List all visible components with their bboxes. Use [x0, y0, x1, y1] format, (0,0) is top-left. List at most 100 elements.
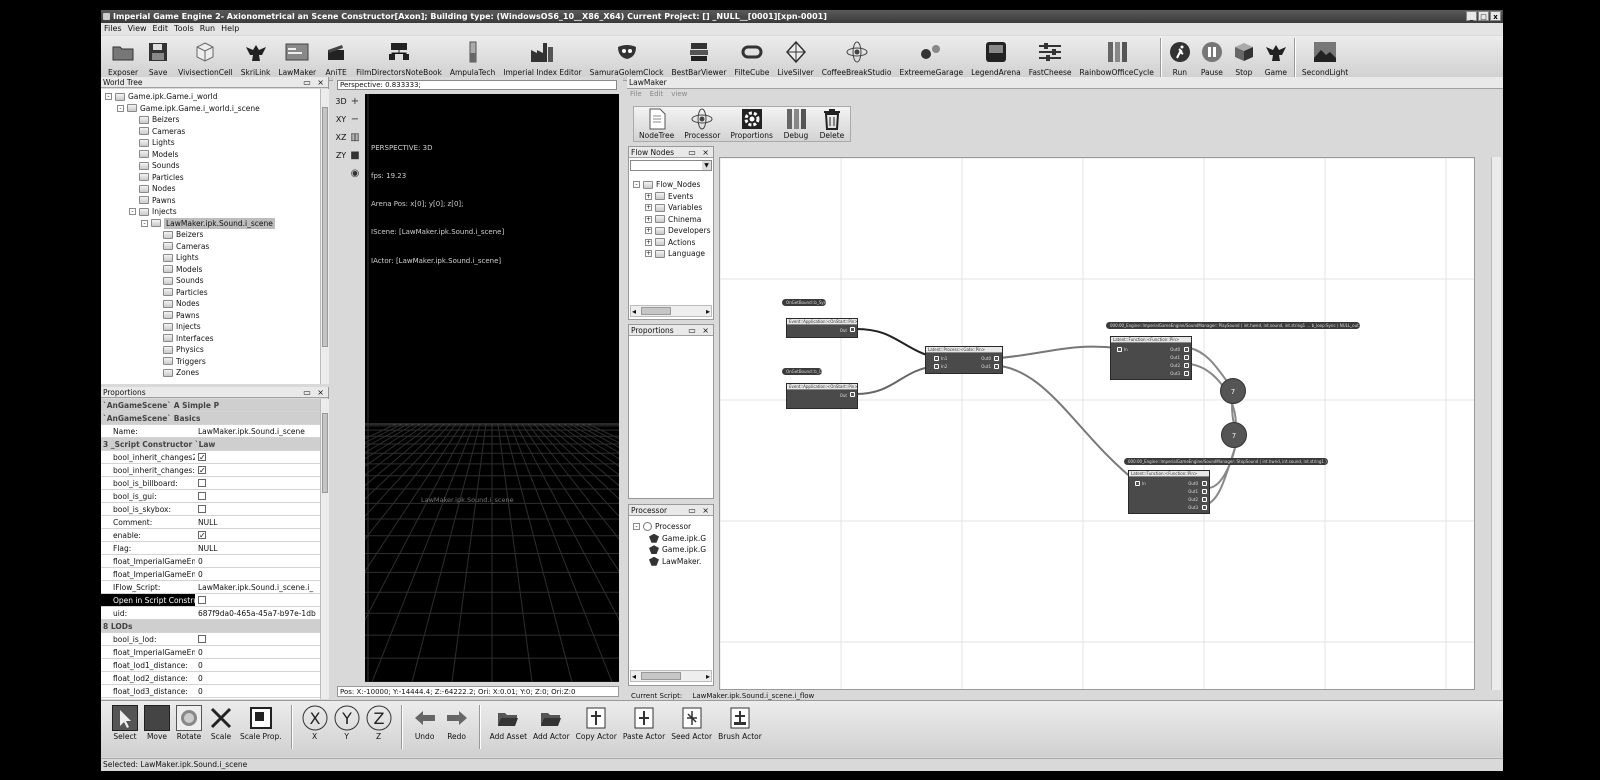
- property-section-header[interactable]: `AnGameScene` A Simple P: [101, 399, 320, 412]
- tree-node[interactable]: Particles: [105, 172, 329, 184]
- flow-category-events[interactable]: + Events: [633, 191, 710, 203]
- property-checkbox[interactable]: [198, 479, 206, 487]
- toolbar-coffeebreakstudio-button[interactable]: CoffeeBreakStudio: [818, 36, 896, 80]
- flow-category-actions[interactable]: + Actions: [633, 237, 710, 249]
- property-row[interactable]: uid: 687f9da0-465a-45a7-b97e-1db: [101, 607, 320, 620]
- property-value[interactable]: NULL: [195, 542, 320, 554]
- sequence-node-a[interactable]: 7: [1220, 378, 1246, 404]
- eye-icon[interactable]: ◉: [349, 167, 361, 181]
- flow-category-variables[interactable]: + Variables: [633, 202, 710, 214]
- toolbar-imperial-index-editor-button[interactable]: Imperial Index Editor: [499, 36, 585, 80]
- expand-toggle-icon[interactable]: +: [645, 192, 652, 200]
- tree-node[interactable]: Cameras: [105, 126, 329, 138]
- panel-dock-close-icon[interactable]: ▭ ×: [303, 77, 326, 88]
- tree-node[interactable]: Nodes: [105, 298, 329, 310]
- toolbar-extreemegarage-button[interactable]: ExtreemeGarage: [895, 36, 967, 80]
- tool-copy-actor-button[interactable]: Copy Actor: [573, 705, 620, 741]
- tree-node[interactable]: Beizers: [105, 114, 329, 126]
- processor-item[interactable]: LawMaker.: [633, 556, 706, 568]
- toolbar-filmdirectorsnotebook-button[interactable]: FilmDirectorsNoteBook: [352, 36, 446, 80]
- minimize-button[interactable]: _: [1466, 11, 1477, 21]
- property-value[interactable]: 0: [195, 568, 320, 580]
- property-row[interactable]: bool_is_billboard:: [101, 477, 320, 490]
- property-row[interactable]: float_lod1_distance: 0: [101, 659, 320, 672]
- toolbar-skrilink-button[interactable]: SkriLink: [237, 36, 275, 80]
- bin-icon[interactable]: ▥: [349, 131, 361, 145]
- toolbar-vivisectioncell-button[interactable]: VivisectionCell: [174, 36, 237, 80]
- property-value[interactable]: 687f9da0-465a-45a7-b97e-1db: [195, 607, 320, 619]
- tree-node[interactable]: Interfaces: [105, 333, 329, 345]
- view-zy-button[interactable]: ZY: [335, 149, 347, 163]
- property-row[interactable]: float_ImperialGameEngine0: [101, 646, 320, 659]
- property-value[interactable]: 0: [195, 555, 320, 567]
- property-value[interactable]: [195, 503, 320, 515]
- property-value[interactable]: ✓: [195, 464, 320, 476]
- property-value[interactable]: 0: [195, 659, 320, 671]
- property-row[interactable]: bool_is_gui:: [101, 490, 320, 503]
- tree-node[interactable]: Particles: [105, 287, 329, 299]
- property-value[interactable]: [195, 477, 320, 489]
- toolbar-legendarena-button[interactable]: LegendArena: [967, 36, 1025, 80]
- world-tree-scrollbar[interactable]: [320, 89, 329, 384]
- tool-add-actor-button[interactable]: Add Actor: [530, 705, 573, 741]
- lawmaker-nodetree-button[interactable]: NodeTree: [634, 107, 679, 141]
- tree-node[interactable]: Triggers: [105, 356, 329, 368]
- lawmaker-delete-button[interactable]: Delete: [814, 107, 850, 141]
- minus-icon[interactable]: −: [349, 113, 361, 127]
- lawmaker-menu-view[interactable]: view: [671, 90, 687, 100]
- processor-root[interactable]: - Processor: [633, 521, 706, 533]
- tool-scale-prop--button[interactable]: Scale Prop.: [237, 705, 285, 741]
- property-value[interactable]: 0: [195, 672, 320, 684]
- processor-item[interactable]: Game.ipk.G: [633, 544, 706, 556]
- tree-node[interactable]: Injects: [105, 321, 329, 333]
- toolbar-save-button[interactable]: Save: [142, 36, 174, 80]
- square-icon[interactable]: ■: [349, 149, 361, 163]
- tree-node[interactable]: Pawns: [105, 310, 329, 322]
- menu-help[interactable]: Help: [221, 23, 239, 35]
- property-row[interactable]: Comment: NULL: [101, 516, 320, 529]
- property-row[interactable]: bool_inherit_changes2: ✓: [101, 451, 320, 464]
- maximize-button[interactable]: □: [1478, 11, 1489, 21]
- property-row[interactable]: IFlow_Script: LawMaker.ipk.Sound.i_scene.…: [101, 581, 320, 594]
- flow-category-language[interactable]: + Language: [633, 248, 710, 260]
- toolbar-livesilver-button[interactable]: LiveSilver: [773, 36, 817, 80]
- tool-rotate-button[interactable]: Rotate: [173, 705, 205, 741]
- output-port[interactable]: [850, 327, 855, 332]
- output-port[interactable]: [1202, 489, 1207, 494]
- tool-scale-button[interactable]: Scale: [205, 705, 237, 741]
- menu-edit[interactable]: Edit: [153, 23, 169, 35]
- property-value[interactable]: LawMaker.ipk.Sound.i_scene.i_: [195, 581, 320, 593]
- property-row[interactable]: float_ImperialGameEngine0: [101, 568, 320, 581]
- expand-toggle-icon[interactable]: -: [105, 93, 112, 101]
- flow-nodes-filter-select[interactable]: ▼: [630, 160, 712, 171]
- toolbar-fastcheese-button[interactable]: FastCheese: [1025, 36, 1076, 80]
- input-port[interactable]: [1117, 347, 1122, 352]
- property-value[interactable]: [195, 594, 320, 606]
- property-row[interactable]: float_lod3_distance: 0: [101, 685, 320, 698]
- toolbar-ampulatech-button[interactable]: AmpulaTech: [446, 36, 499, 80]
- output-port[interactable]: [994, 356, 999, 361]
- lawmaker-debug-button[interactable]: Debug: [778, 107, 814, 141]
- property-checkbox[interactable]: ✓: [198, 466, 206, 475]
- property-checkbox[interactable]: [198, 635, 206, 643]
- property-row[interactable]: float_ImperialGameEngine0: [101, 555, 320, 568]
- tool-z-button[interactable]: ZZ: [363, 705, 395, 741]
- property-row[interactable]: bool_is_skybox:: [101, 503, 320, 516]
- plus-icon[interactable]: +: [349, 95, 361, 109]
- tree-node[interactable]: Nodes: [105, 183, 329, 195]
- output-port[interactable]: [1202, 497, 1207, 502]
- property-row[interactable]: Flag: NULL: [101, 542, 320, 555]
- flow-nodes-root[interactable]: - Flow_Nodes: [633, 179, 710, 191]
- panel-dock-close-icon[interactable]: ▭ ×: [303, 387, 326, 398]
- tool-move-button[interactable]: Move: [141, 705, 173, 741]
- tree-node[interactable]: Pawns: [105, 195, 329, 207]
- property-value[interactable]: LawMaker.ipk.Sound.i_scene: [195, 425, 320, 437]
- property-value[interactable]: [195, 490, 320, 502]
- menu-view[interactable]: View: [128, 23, 147, 35]
- menu-run[interactable]: Run: [200, 23, 215, 35]
- property-value[interactable]: 0: [195, 685, 320, 697]
- property-value[interactable]: NULL: [195, 516, 320, 528]
- expand-toggle-icon[interactable]: +: [645, 215, 652, 223]
- output-port[interactable]: [994, 364, 999, 369]
- flow-category-developers[interactable]: + Developers: [633, 225, 710, 237]
